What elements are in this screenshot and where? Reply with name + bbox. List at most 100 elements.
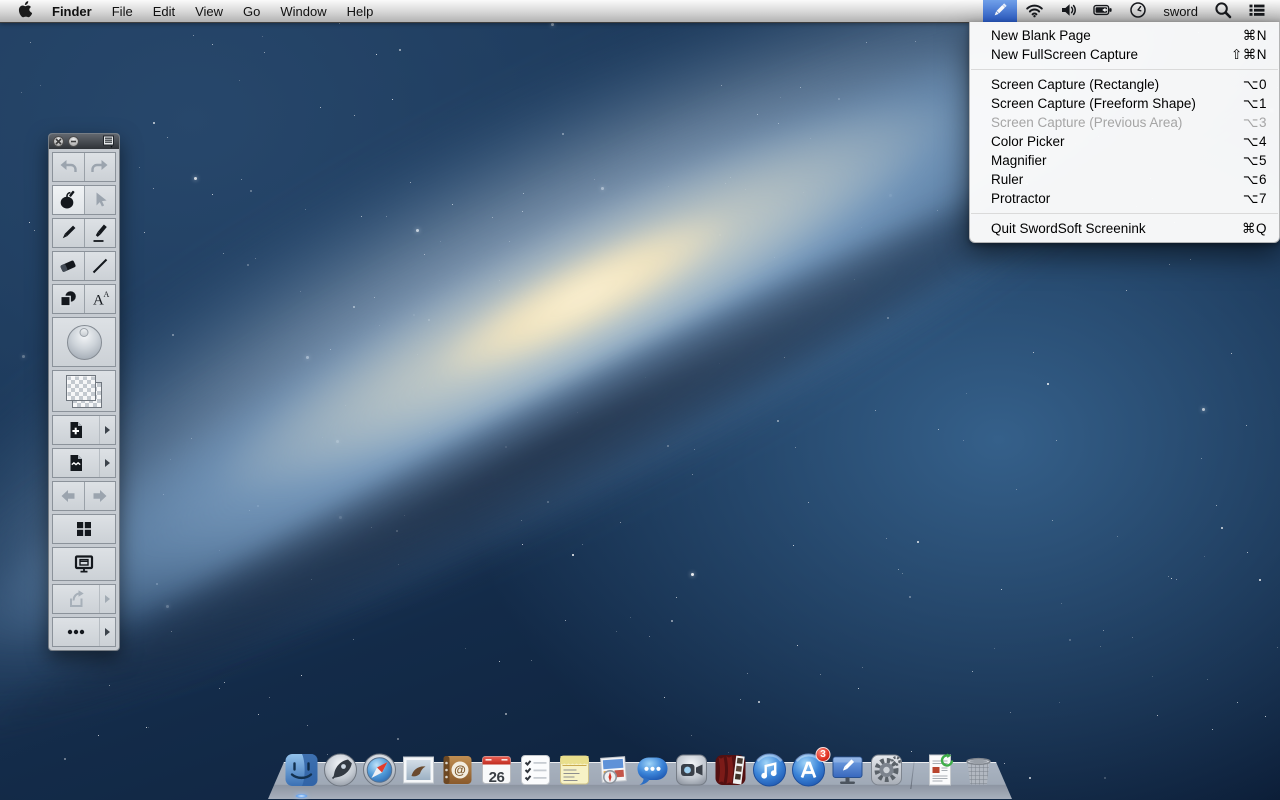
palette-title-bar[interactable]	[49, 134, 119, 149]
brush-size-ball[interactable]	[53, 318, 115, 366]
eraser-tool[interactable]	[53, 252, 84, 280]
menu-separator	[971, 213, 1278, 214]
menu-item-new-fullscreen-capture[interactable]: New FullScreen Capture ⇧⌘N	[970, 45, 1279, 64]
menu-bar-status: sword	[983, 0, 1280, 22]
next-page-button[interactable]	[85, 482, 116, 510]
dock: @ 26	[0, 736, 1280, 800]
undo-button[interactable]	[53, 153, 84, 181]
menu-item-screen-capture-rectangle[interactable]: Screen Capture (Rectangle) ⌥0	[970, 75, 1279, 94]
itunes-app-icon[interactable]	[751, 751, 789, 789]
clock-menu-extra[interactable]	[1121, 0, 1155, 22]
safari-app-icon[interactable]	[361, 751, 399, 789]
calendar-day-number: 26	[478, 769, 516, 786]
palette-minimize-button[interactable]	[68, 136, 79, 147]
more-tools-flyout[interactable]	[100, 618, 115, 646]
trash-icon[interactable]	[960, 751, 998, 789]
dock-icons: @ 26	[283, 751, 998, 789]
new-page-flyout[interactable]	[100, 416, 115, 444]
text-tool-glyph: A	[93, 293, 104, 309]
notification-center-icon	[1248, 1, 1266, 22]
user-switcher-menu-extra[interactable]: sword	[1155, 0, 1206, 22]
menu-go[interactable]: Go	[233, 0, 270, 22]
facetime-app-icon[interactable]	[673, 751, 711, 789]
pattern-swatch-icon	[64, 373, 104, 409]
screenink-app-icon[interactable]	[829, 751, 867, 789]
share-flyout[interactable]	[100, 585, 115, 613]
notes-app-icon[interactable]	[556, 751, 594, 789]
contacts-app-icon[interactable]: @	[439, 751, 477, 789]
menu-item-new-blank-page[interactable]: New Blank Page ⌘N	[970, 26, 1279, 45]
pencil-icon	[991, 1, 1009, 22]
palette-close-button[interactable]	[53, 136, 64, 147]
dock-divider	[910, 753, 915, 789]
reminders-app-icon[interactable]	[517, 751, 555, 789]
notification-center-menu-extra[interactable]	[1240, 0, 1274, 22]
spotlight-menu-extra[interactable]	[1206, 0, 1240, 22]
previous-page-button[interactable]	[53, 482, 84, 510]
contacts-at-glyph: @	[454, 763, 466, 777]
mail-app-icon[interactable]	[400, 751, 438, 789]
pen-mouse-tool[interactable]	[53, 186, 84, 214]
finder-app-icon[interactable]	[283, 751, 321, 789]
apple-menu[interactable]	[8, 0, 42, 22]
menu-separator	[971, 69, 1278, 70]
battery-menu-extra[interactable]	[1085, 0, 1121, 22]
menu-item-ruler[interactable]: Ruler ⌥6	[970, 170, 1279, 189]
palette-menu-button[interactable]	[102, 135, 115, 148]
preview-app-icon[interactable]	[595, 751, 633, 789]
brush-ball-icon	[67, 325, 102, 360]
calendar-app-icon[interactable]: 26	[478, 751, 516, 789]
pencil-tool[interactable]	[53, 219, 84, 247]
palette-body: A A	[49, 149, 119, 650]
menu-item-protractor[interactable]: Protractor ⌥7	[970, 189, 1279, 208]
system-preferences-app-icon[interactable]	[868, 751, 906, 789]
line-tool[interactable]	[85, 252, 116, 280]
messages-app-icon[interactable]	[634, 751, 672, 789]
menu-item-screen-capture-freeform[interactable]: Screen Capture (Freeform Shape) ⌥1	[970, 94, 1279, 113]
shapes-tool[interactable]	[53, 285, 84, 313]
menu-view[interactable]: View	[185, 0, 233, 22]
battery-charging-icon	[1093, 1, 1113, 22]
finder-running-indicator	[296, 794, 308, 798]
menu-file[interactable]: File	[102, 0, 143, 22]
new-page-button[interactable]	[53, 416, 99, 444]
launchpad-app-icon[interactable]	[322, 751, 360, 789]
select-cursor-tool[interactable]	[85, 186, 116, 214]
menu-item-screen-capture-previous-area: Screen Capture (Previous Area) ⌥3	[970, 113, 1279, 132]
more-tools-button[interactable]	[53, 618, 99, 646]
document-stack-icon[interactable]	[921, 751, 959, 789]
pattern-swatches[interactable]	[53, 371, 115, 411]
menu-window[interactable]: Window	[270, 0, 336, 22]
clock-icon	[1129, 1, 1147, 22]
share-button[interactable]	[53, 585, 99, 613]
screenink-dropdown-menu: New Blank Page ⌘N New FullScreen Capture…	[969, 22, 1280, 243]
menu-item-color-picker[interactable]: Color Picker ⌥4	[970, 132, 1279, 151]
wifi-menu-extra[interactable]	[1017, 0, 1052, 22]
menu-item-quit-screenink[interactable]: Quit SwordSoft Screenink ⌘Q	[970, 219, 1279, 238]
desktop: Finder File Edit View Go Window Help	[0, 0, 1280, 800]
marker-tool[interactable]	[85, 219, 116, 247]
screenink-tool-palette: A A	[48, 133, 120, 651]
menu-edit[interactable]: Edit	[143, 0, 185, 22]
menu-item-magnifier[interactable]: Magnifier ⌥5	[970, 151, 1279, 170]
text-tool[interactable]: A A	[85, 285, 116, 313]
volume-menu-extra[interactable]	[1052, 0, 1085, 22]
screenink-menu-extra[interactable]	[983, 0, 1017, 22]
photo-booth-app-icon[interactable]	[712, 751, 750, 789]
volume-icon	[1060, 1, 1077, 22]
spotlight-search-icon	[1214, 1, 1232, 22]
apple-logo-icon	[18, 1, 32, 21]
menu-help[interactable]: Help	[337, 0, 384, 22]
text-tool-glyph-small: A	[103, 290, 109, 299]
menu-bar: Finder File Edit View Go Window Help	[0, 0, 1280, 23]
app-store-app-icon[interactable]: 3	[790, 751, 828, 789]
menu-bar-left: Finder File Edit View Go Window Help	[0, 0, 383, 22]
menu-app-name[interactable]: Finder	[42, 0, 102, 22]
capture-page-button[interactable]	[53, 449, 99, 477]
desktop-mode-button[interactable]	[53, 548, 115, 580]
capture-page-flyout[interactable]	[100, 449, 115, 477]
wifi-icon	[1025, 1, 1044, 22]
username: sword	[1163, 4, 1198, 19]
redo-button[interactable]	[85, 153, 116, 181]
page-grid-button[interactable]	[53, 515, 115, 543]
